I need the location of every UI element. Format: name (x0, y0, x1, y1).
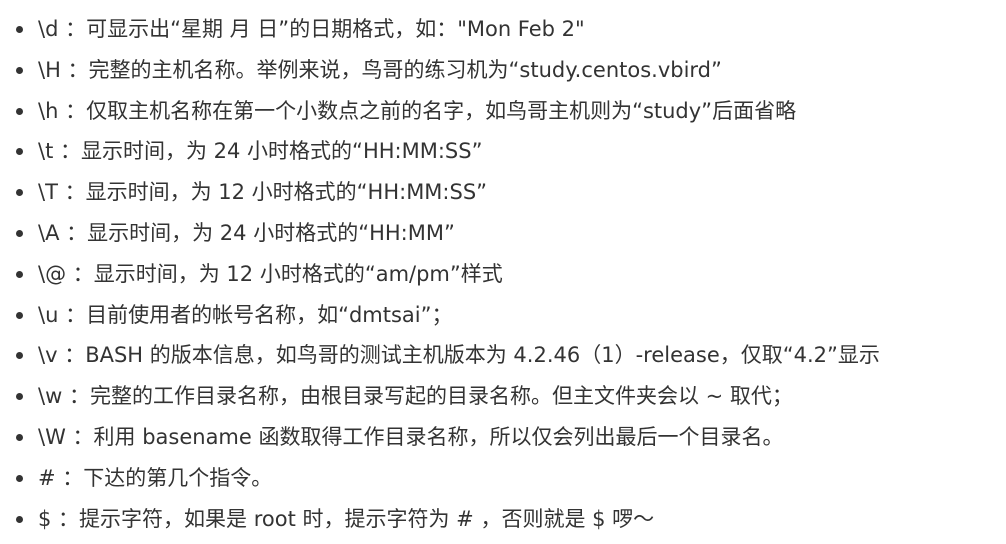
escape-code: \u (38, 302, 59, 327)
list-item: \d ：可显示出“星期 月 日”的日期格式，如："Mon Feb 2" (0, 12, 1006, 53)
list-item: \v ：BASH 的版本信息，如鸟哥的测试主机版本为 4.2.46（1）-rel… (0, 338, 1006, 379)
list-item: $ ：提示字符，如果是 root 时，提示字符为 # ，否则就是 $ 啰～ (0, 502, 1006, 543)
prompt-escape-list: \d ：可显示出“星期 月 日”的日期格式，如："Mon Feb 2" \H ：… (0, 0, 1006, 542)
bullet-icon (16, 148, 23, 156)
bullet-icon (16, 433, 23, 441)
escape-code: \d (38, 17, 59, 41)
escape-code: \H (38, 57, 61, 82)
list-item: \u ：目前使用者的帐号名称，如“dmtsai”； (0, 298, 1006, 339)
escape-description: ：利用 basename 函数取得工作目录名称，所以仅会列出最后一个目录名。 (65, 424, 784, 449)
list-item: \w ：完整的工作目录名称，由根目录写起的目录名称。但主文件夹会以 ~ 取代； (0, 379, 1006, 420)
bullet-icon (16, 270, 23, 278)
escape-code: \v (38, 343, 58, 368)
bullet-icon (16, 229, 23, 237)
list-item: \T ：显示时间，为 12 小时格式的“HH:MM:SS” (0, 175, 1006, 216)
escape-code: $ (38, 506, 52, 531)
escape-code: \w (38, 384, 63, 409)
escape-description: ：BASH 的版本信息，如鸟哥的测试主机版本为 4.2.46（1）-releas… (57, 343, 880, 368)
list-item: # ：下达的第几个指令。 (0, 461, 1006, 502)
escape-description: ：提示字符，如果是 root 时，提示字符为 # ，否则就是 $ 啰～ (51, 506, 655, 531)
bullet-icon (16, 107, 23, 115)
escape-code: \A (38, 220, 60, 245)
list-item: \@ ：显示时间，为 12 小时格式的“am/pm”样式 (0, 257, 1006, 298)
bullet-icon (16, 352, 23, 360)
bullet-icon (16, 393, 23, 401)
escape-code: \W (38, 424, 66, 449)
list-item: \W ：利用 basename 函数取得工作目录名称，所以仅会列出最后一个目录名… (0, 420, 1006, 461)
escape-description: ：显示时间，为 24 小时格式的“HH:MM:SS” (53, 139, 483, 164)
bullet-icon (16, 311, 23, 319)
escape-code: \T (38, 180, 58, 205)
list-item: \h ：仅取主机名称在第一个小数点之前的名字，如鸟哥主机则为“study”后面省… (0, 94, 1006, 135)
escape-code: \h (38, 98, 59, 123)
bullet-icon (16, 189, 23, 197)
escape-description: ：显示时间，为 12 小时格式的“am/pm”样式 (66, 261, 503, 286)
escape-description: ：完整的主机名称。举例来说，鸟哥的练习机为“study.centos.vbird… (60, 57, 722, 82)
escape-code: \t (38, 139, 54, 164)
escape-description: ：下达的第几个指令。 (55, 465, 273, 490)
escape-description: ：完整的工作目录名称，由根目录写起的目录名称。但主文件夹会以 ~ 取代； (62, 384, 793, 409)
escape-code: \@ (38, 261, 67, 286)
escape-description: ：显示时间，为 12 小时格式的“HH:MM:SS” (57, 180, 488, 205)
list-item: \H ：完整的主机名称。举例来说，鸟哥的练习机为“study.centos.vb… (0, 53, 1006, 94)
bullet-icon (16, 26, 23, 33)
list-item: \t ：显示时间，为 24 小时格式的“HH:MM:SS” (0, 134, 1006, 175)
bullet-icon (16, 515, 23, 523)
escape-description: ：仅取主机名称在第一个小数点之前的名字，如鸟哥主机则为“study”后面省略 (58, 98, 797, 123)
escape-description: ：可显示出“星期 月 日”的日期格式，如："Mon Feb 2" (58, 17, 585, 41)
bullet-icon (16, 66, 23, 74)
list-item: \A ：显示时间，为 24 小时格式的“HH:MM” (0, 216, 1006, 257)
bullet-icon (16, 474, 23, 482)
escape-description: ：显示时间，为 24 小时格式的“HH:MM” (59, 220, 455, 245)
escape-code: # (38, 465, 56, 490)
escape-description: ：目前使用者的帐号名称，如“dmtsai”； (58, 302, 453, 327)
